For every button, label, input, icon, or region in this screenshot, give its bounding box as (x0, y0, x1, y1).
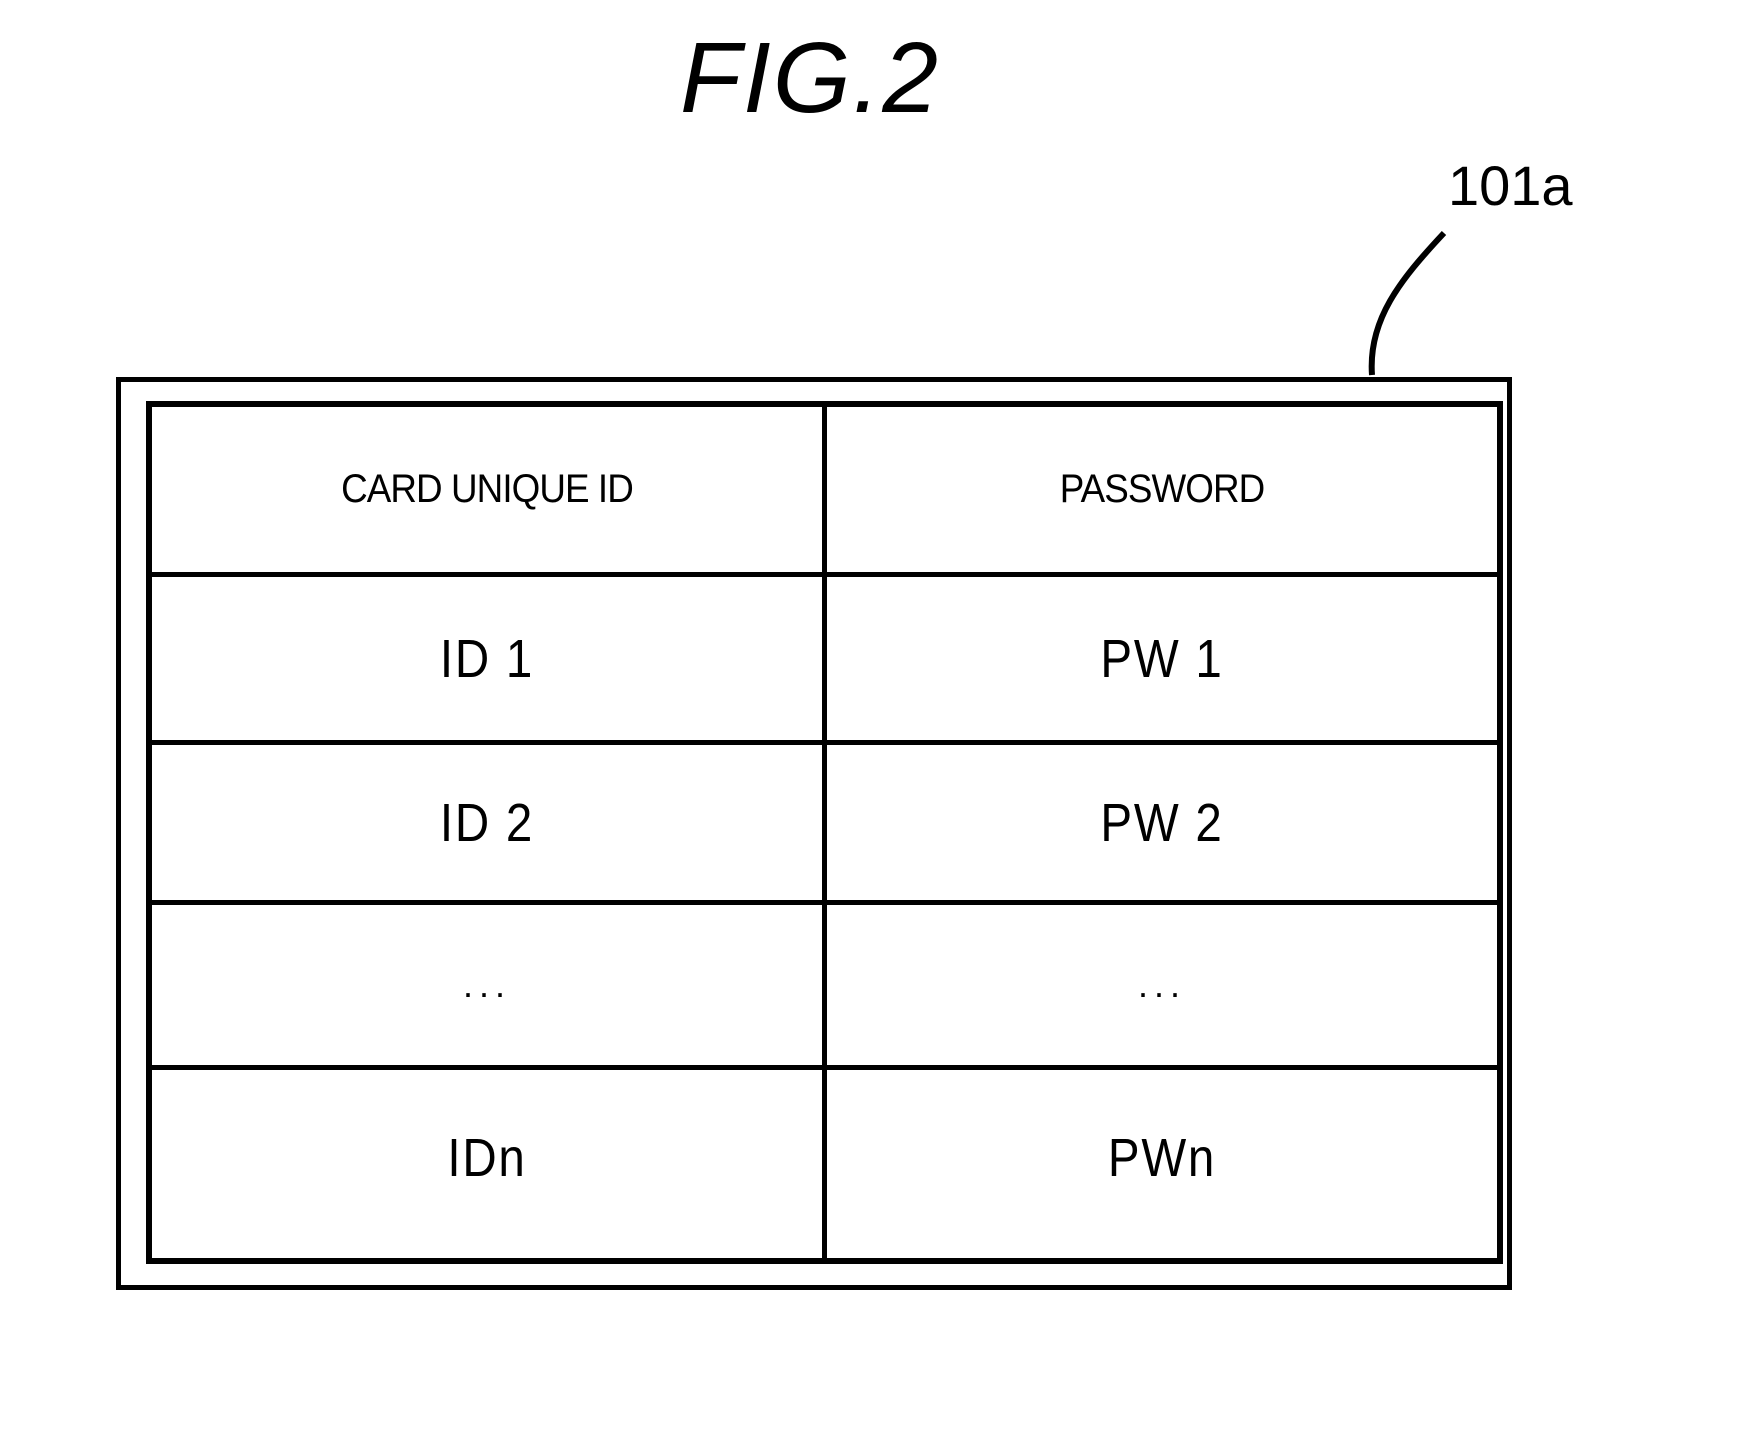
table-cell-password: ... (1137, 964, 1186, 1005)
table-cell-password: PWn (1107, 1128, 1217, 1188)
table-cell-password: PW 1 (1100, 628, 1224, 689)
reference-label: 101a (1448, 154, 1573, 217)
column-header-card-id: CARD UNIQUE ID (341, 467, 634, 511)
table-cell-id: ID 2 (439, 792, 535, 853)
column-divider (822, 407, 827, 1258)
table-cell-id: ID 1 (439, 628, 535, 689)
credentials-table: CARD UNIQUE ID PASSWORD ID 1 PW 1 ID 2 P… (146, 401, 1503, 1264)
table-cell-id: ... (462, 964, 511, 1005)
table-cell-id: IDn (447, 1128, 527, 1188)
table-cell-password: PW 2 (1100, 792, 1224, 853)
figure-title: FIG.2 (679, 22, 941, 134)
column-header-password: PASSWORD (1059, 467, 1266, 511)
